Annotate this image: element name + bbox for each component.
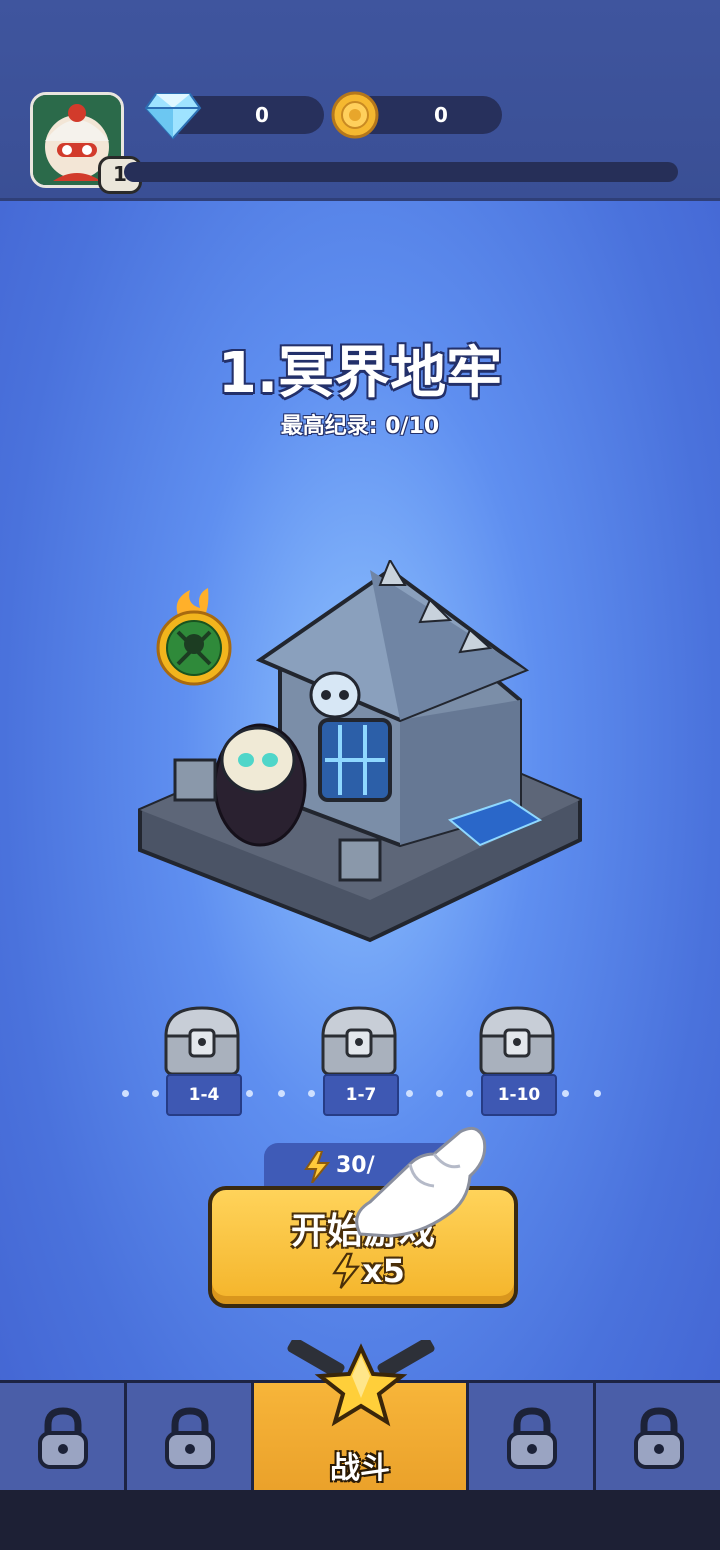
coin-count: 0 (434, 103, 448, 127)
progress-dots (110, 1090, 610, 1098)
best-record: 最高纪录: 0/10 (280, 414, 440, 439)
lock-icon (507, 1407, 557, 1469)
nav-slot-locked-1[interactable] (0, 1383, 127, 1493)
gem-count: 0 (255, 103, 269, 127)
coin-icon (330, 90, 380, 144)
energy-cost: x5 (362, 1252, 405, 1290)
nav-slot-locked-2[interactable] (127, 1383, 254, 1493)
stage-title: 1.冥界地牢 (217, 341, 503, 406)
lock-icon (165, 1407, 215, 1469)
battle-tab-label: 战斗 (330, 1451, 390, 1486)
lock-icon (38, 1407, 88, 1469)
top-bar: 1 0 0 (0, 0, 720, 201)
chest-icon (164, 1006, 240, 1076)
chest-icon (321, 1006, 397, 1076)
tutorial-pointer-hand-icon (350, 1124, 490, 1248)
xp-progress-bar (124, 162, 678, 182)
lightning-icon (304, 1151, 330, 1183)
battle-star-guns-icon (276, 1337, 446, 1434)
nav-slot-locked-4[interactable] (596, 1383, 720, 1493)
system-bottom-strip (0, 1490, 720, 1550)
chest-icon (479, 1006, 555, 1076)
lightning-icon (332, 1252, 360, 1289)
nav-slot-locked-3[interactable] (469, 1383, 596, 1493)
dungeon-stage-illustration[interactable] (130, 557, 590, 954)
diamond-icon (144, 90, 202, 144)
lock-icon (634, 1407, 684, 1469)
